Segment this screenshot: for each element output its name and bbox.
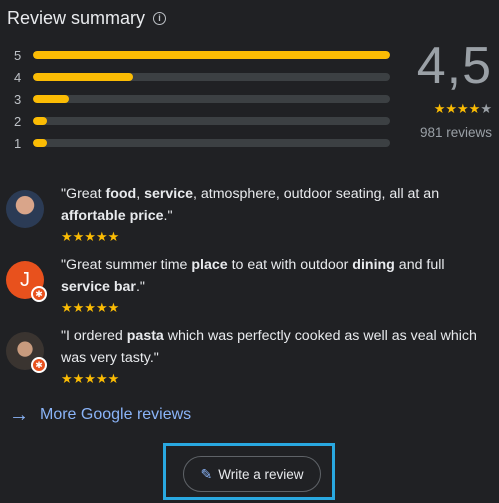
reviewer-avatar [6, 190, 44, 228]
rating-row-label: 1 [14, 135, 22, 151]
review-stars: ★★★★★ [61, 300, 120, 315]
review-text: "Great summer time place to eat with out… [61, 254, 497, 318]
rating-bar-track [33, 95, 390, 103]
average-rating-stars: ★★★★★ [410, 101, 492, 117]
rating-row-label: 5 [14, 47, 22, 63]
rating-row-4[interactable]: 4 [14, 66, 390, 88]
rating-bar-fill [33, 117, 48, 125]
rating-bar-track [33, 73, 390, 81]
review-summary-title: Review summary [7, 8, 146, 28]
rating-row-1[interactable]: 1 [14, 132, 390, 154]
review-text: "Great food, service, atmosphere, outdoo… [61, 183, 497, 247]
info-icon[interactable]: i [153, 12, 167, 25]
reviewer-avatar: J ✱ [6, 261, 47, 302]
rating-bar-fill [33, 95, 69, 103]
avatar-letter: J [20, 268, 30, 291]
rating-row-label: 4 [14, 69, 22, 85]
half-star-icon: ★ [480, 101, 492, 116]
overall-score: 4,5 ★★★★★ 981 reviews [410, 38, 492, 140]
rating-bar-track [33, 51, 390, 59]
write-review-button[interactable]: ✎ Write a review [183, 456, 321, 492]
review-snippet[interactable]: J ✱ "Great summer time place to eat with… [6, 254, 497, 318]
more-google-reviews-link[interactable]: → More Google reviews [9, 405, 191, 425]
rating-row-label: 3 [14, 91, 22, 107]
rating-row-2[interactable]: 2 [14, 110, 390, 132]
pencil-icon: ✎ [200, 465, 213, 482]
local-guide-badge-icon: ✱ [31, 286, 47, 302]
rating-row-5[interactable]: 5 [14, 44, 390, 66]
review-stars: ★★★★★ [61, 229, 120, 244]
rating-bar-fill [33, 139, 48, 147]
reviewer-avatar: ✱ [6, 332, 47, 373]
rating-bar-track [33, 139, 390, 147]
more-google-reviews-label: More Google reviews [40, 406, 192, 423]
review-text: "I ordered pasta which was perfectly coo… [61, 325, 497, 389]
rating-bar-track [33, 117, 390, 125]
rating-row-3[interactable]: 3 [14, 88, 390, 110]
review-summary-header: Review summary i [7, 8, 167, 29]
rating-distribution: 5 4 3 2 1 [14, 44, 390, 154]
average-rating: 4,5 [416, 37, 492, 95]
review-stars: ★★★★★ [61, 371, 120, 386]
arrow-right-icon: → [9, 404, 29, 426]
review-count[interactable]: 981 reviews [410, 125, 492, 140]
rating-bar-fill [33, 73, 133, 81]
write-review-label: Write a review [218, 466, 304, 482]
review-snippet[interactable]: "Great food, service, atmosphere, outdoo… [6, 183, 497, 247]
star-icons: ★★★★ [433, 101, 481, 116]
local-guide-badge-icon: ✱ [31, 357, 47, 373]
rating-bar-fill [33, 51, 390, 59]
review-snippet[interactable]: ✱ "I ordered pasta which was perfectly c… [6, 325, 497, 389]
rating-row-label: 2 [14, 113, 22, 129]
